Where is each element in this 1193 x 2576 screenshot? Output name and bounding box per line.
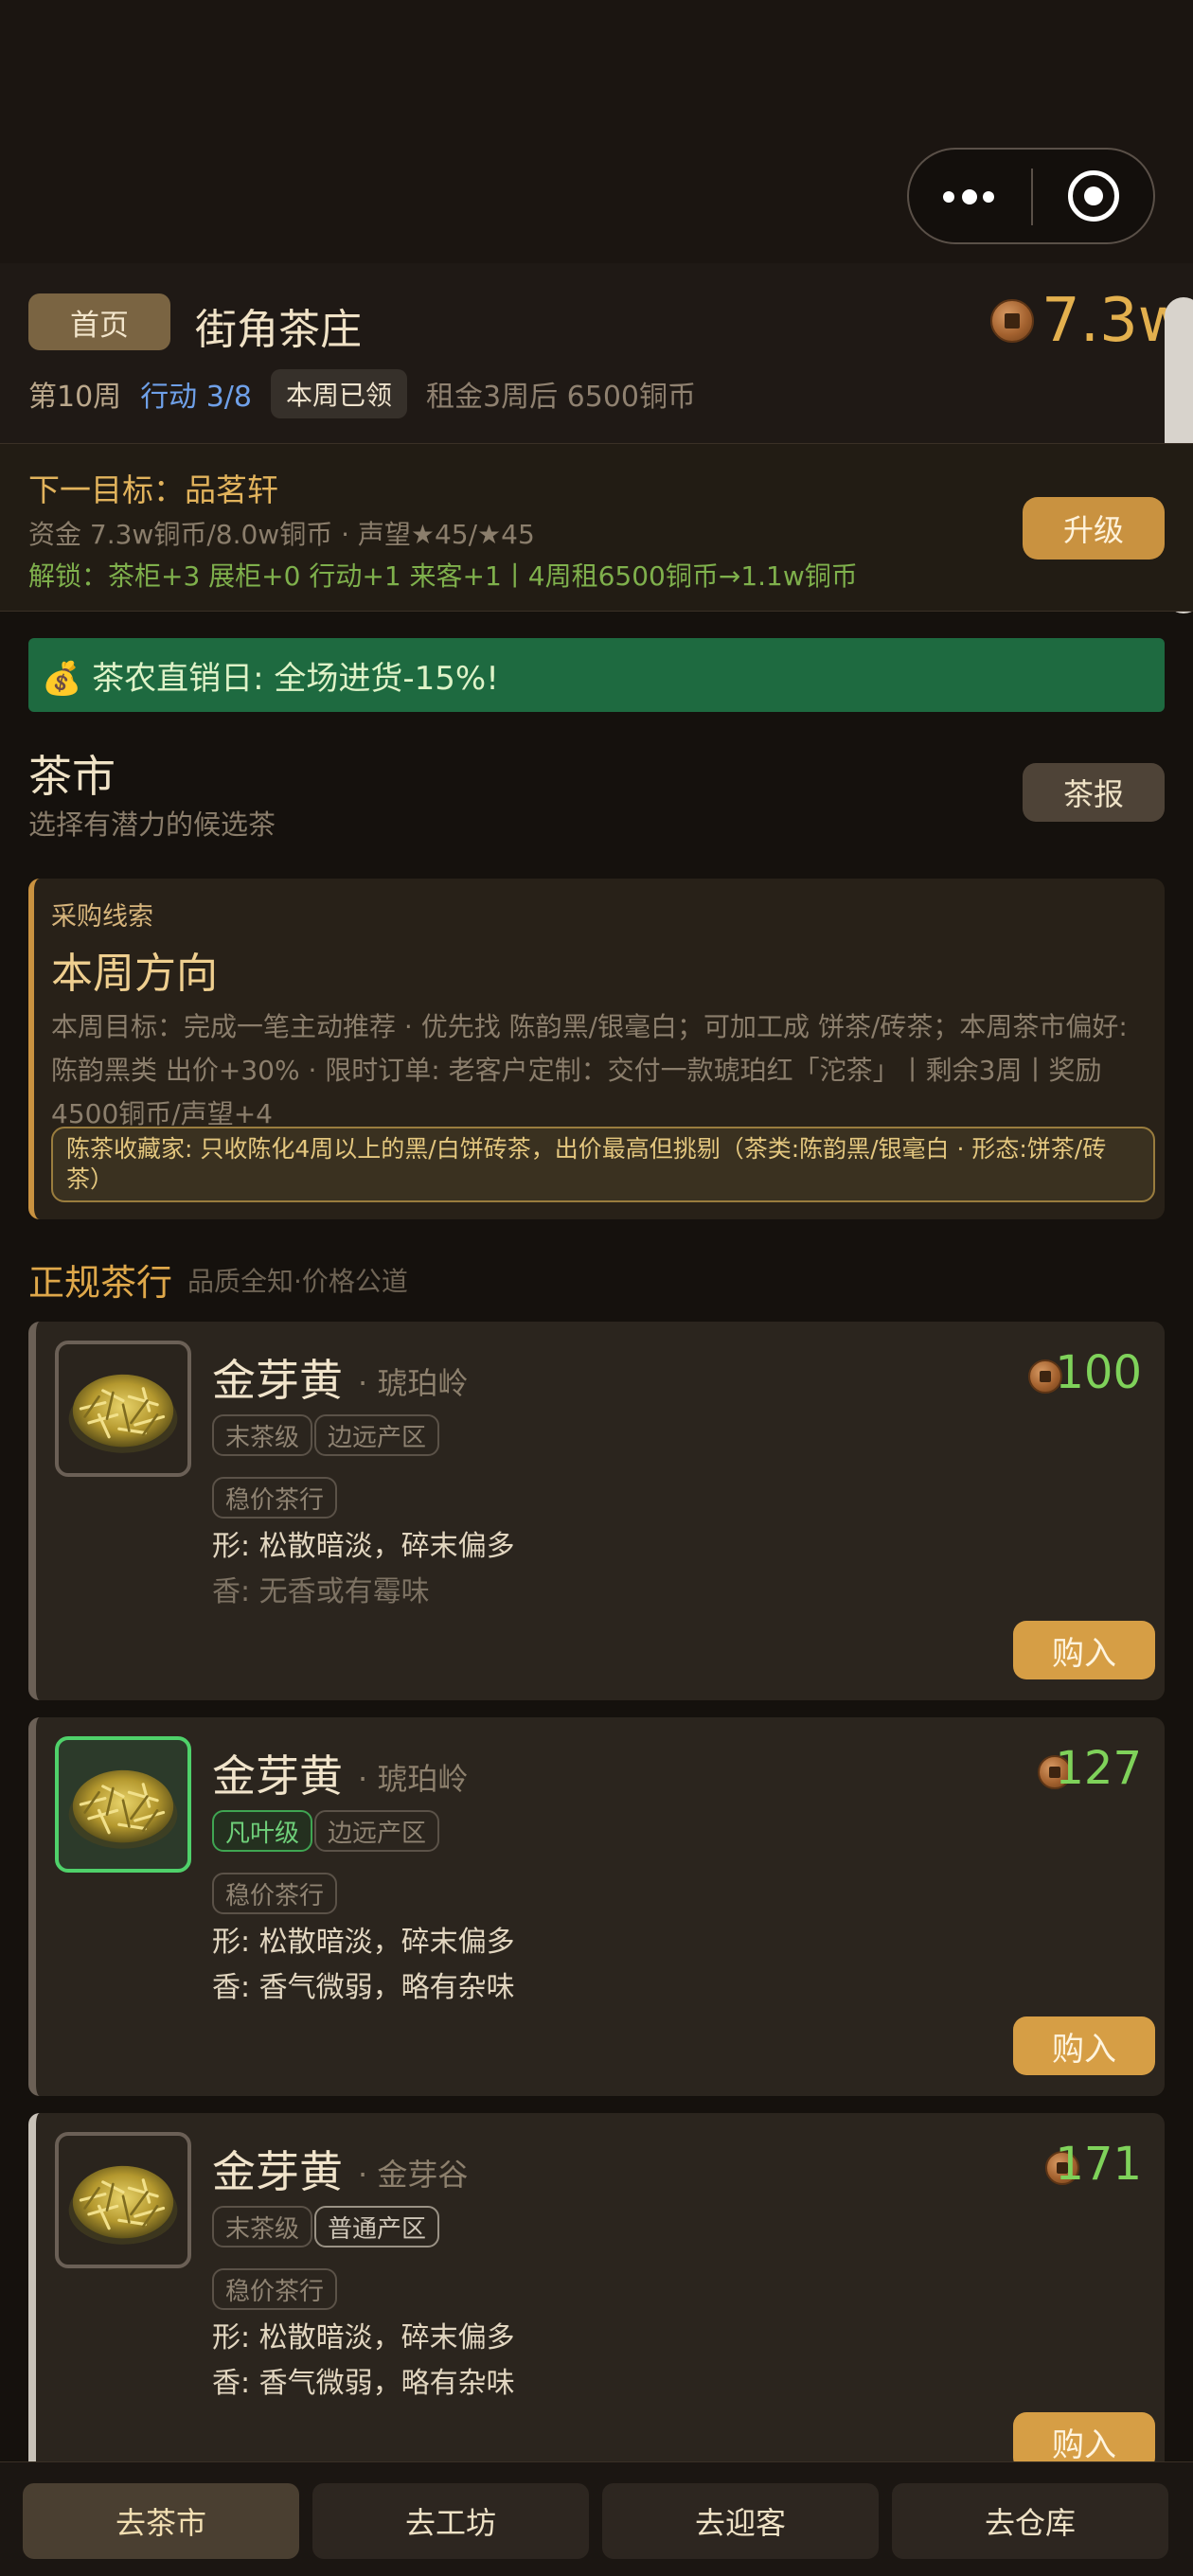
dealer-badge: 稳价茶行 — [212, 2268, 338, 2310]
buy-button[interactable]: 购入 — [1013, 2016, 1155, 2075]
grade-badge: 凡叶级 — [212, 1810, 313, 1852]
claimed-badge: 本周已领 — [271, 369, 408, 418]
tab-workshop[interactable]: 去工坊 — [312, 2483, 589, 2559]
tea-name: 金芽黄 — [212, 2146, 343, 2197]
promo-banner: 💰 茶农直销日: 全场进货-15%! — [28, 638, 1165, 712]
dealer-badge: 稳价茶行 — [212, 1873, 338, 1914]
shop-name: 街角茶庄 — [195, 306, 362, 354]
tea-form: 形: 松散暗淡，碎末偏多 — [212, 1530, 515, 1563]
tea-price: 171 — [1055, 2138, 1142, 2191]
goal-unlock: 解锁：茶柜+3 展柜+0 行动+1 来客+1丨4周租6500铜币→1.1w铜币 — [28, 560, 858, 592]
goal-funds: 资金 7.3w铜币/8.0w铜币 · 声望★45/★45 — [28, 519, 535, 550]
shop-header: 首页 街角茶庄 7.3w 第10周 行动 3/8 本周已领 租金3周后 6500… — [0, 263, 1193, 443]
tab-tea-market[interactable]: 去茶市 — [23, 2483, 299, 2559]
tea-card: 金芽黄 · 琥珀岭 127 凡叶级 边远产区 稳价茶行 形: 松散暗淡，碎末偏多… — [28, 1717, 1165, 2096]
tea-news-button[interactable]: 茶报 — [1023, 763, 1165, 822]
market-subtitle: 选择有潜力的候选茶 — [28, 808, 276, 841]
goal-title: 下一目标：品茗轩 — [28, 471, 278, 508]
grade-badge: 末茶级 — [212, 2206, 313, 2247]
rent-info: 租金3周后 6500铜币 — [426, 381, 697, 414]
target-icon[interactable] — [1068, 170, 1119, 222]
region-badge: 普通产区 — [314, 2206, 440, 2247]
tea-aroma: 香: 香气微弱，略有杂味 — [212, 1971, 515, 2004]
tea-aroma: 香: 香气微弱，略有杂味 — [212, 2367, 515, 2400]
region-badge: 边远产区 — [314, 1810, 440, 1852]
tea-origin: · 金芽谷 — [358, 2157, 469, 2193]
region-badge: 边远产区 — [314, 1414, 440, 1456]
tea-name: 金芽黄 — [212, 1355, 343, 1406]
buy-button[interactable]: 购入 — [1013, 1621, 1155, 1679]
purchase-clue-card: 采购线索 本周方向 本周目标：完成一笔主动推荐 · 优先找 陈韵黑/银毫白；可加… — [28, 879, 1165, 1219]
tea-price: 100 — [1055, 1346, 1142, 1399]
market-title: 茶市 — [28, 751, 116, 802]
tab-warehouse[interactable]: 去仓库 — [892, 2483, 1168, 2559]
clue-description: 本周目标：完成一笔主动推荐 · 优先找 陈韵黑/银毫白；可加工成 饼茶/砖茶；本… — [51, 1011, 1128, 1129]
collector-note: 陈茶收藏家: 只收陈化4周以上的黑/白饼砖茶，出价最高但挑剔（茶类:陈韵黑/银毫… — [51, 1127, 1155, 1202]
capsule-divider — [1031, 169, 1033, 225]
shop-section-subtitle: 品质全知·价格公道 — [187, 1266, 408, 1297]
tea-form: 形: 松散暗淡，碎末偏多 — [212, 2321, 515, 2354]
clue-heading: 本周方向 — [51, 950, 218, 998]
shop-section-title: 正规茶行 — [28, 1262, 173, 1304]
next-goal-panel: 下一目标：品茗轩 资金 7.3w铜币/8.0w铜币 · 声望★45/★45 解锁… — [0, 443, 1193, 612]
tea-origin: · 琥珀岭 — [358, 1365, 469, 1401]
tea-card: 金芽黄 · 金芽谷 171 末茶级 普通产区 稳价茶行 形: 松散暗淡，碎末偏多… — [28, 2113, 1165, 2492]
week-number: 第10周 — [28, 381, 122, 414]
tea-card: 金芽黄 · 琥珀岭 100 末茶级 边远产区 稳价茶行 形: 松散暗淡，碎末偏多… — [28, 1322, 1165, 1700]
status-bar — [0, 0, 1193, 263]
home-button[interactable]: 首页 — [28, 293, 170, 350]
mini-program-capsule — [907, 148, 1155, 244]
week-status-row: 第10周 行动 3/8 本周已领 租金3周后 6500铜币 — [28, 369, 697, 418]
tea-origin: · 琥珀岭 — [358, 1761, 469, 1797]
more-dots-icon[interactable] — [943, 186, 998, 206]
upgrade-button[interactable]: 升级 — [1023, 497, 1165, 560]
coin-icon — [990, 299, 1034, 343]
tea-leaf-icon — [55, 2132, 191, 2268]
tea-leaf-icon — [55, 1736, 191, 1873]
tea-price: 127 — [1055, 1742, 1142, 1795]
bottom-tab-bar: 去茶市 去工坊 去迎客 去仓库 — [0, 2461, 1193, 2576]
dealer-badge: 稳价茶行 — [212, 1477, 338, 1519]
tea-name: 金芽黄 — [212, 1750, 343, 1802]
grade-badge: 末茶级 — [212, 1414, 313, 1456]
tab-greet-guests[interactable]: 去迎客 — [602, 2483, 879, 2559]
clue-tag: 采购线索 — [51, 902, 153, 932]
action-counter: 行动 3/8 — [140, 381, 253, 414]
tea-leaf-icon — [55, 1341, 191, 1477]
tea-aroma: 香: 无香或有霉味 — [212, 1575, 430, 1608]
tea-form: 形: 松散暗淡，碎末偏多 — [212, 1926, 515, 1959]
